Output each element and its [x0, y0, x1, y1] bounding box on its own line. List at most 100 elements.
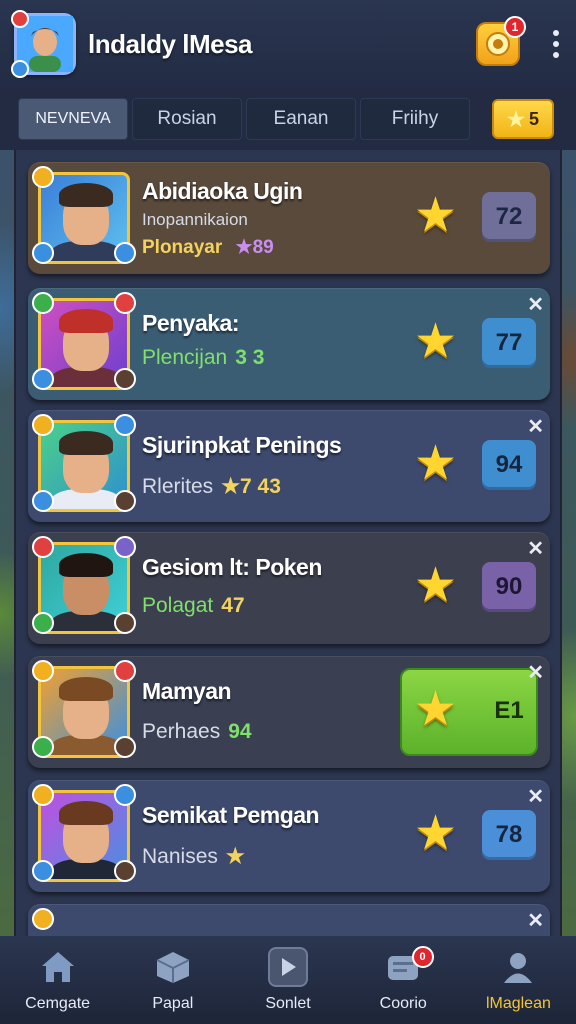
- level-chip-icon: [32, 736, 54, 758]
- player-stat: Perhaes 94: [142, 720, 252, 744]
- stat-label: Polagat: [142, 594, 214, 617]
- badge-chip-icon: [114, 784, 136, 806]
- class-chip-icon: [114, 736, 136, 758]
- rank-chip-icon: [32, 414, 54, 436]
- rank-chip-icon: [11, 10, 29, 28]
- chat-badge: 0: [411, 946, 434, 968]
- player-avatar[interactable]: [11, 10, 76, 78]
- stat-label: Plencijan: [142, 346, 228, 369]
- stat-label: Nanises: [142, 844, 218, 868]
- level-chip-icon: [32, 368, 54, 390]
- player-subtitle: Inopannikaion: [142, 210, 248, 229]
- level-chip-icon: [32, 490, 54, 512]
- app-title: lndaldy lMesa: [88, 28, 253, 59]
- badge-chip-icon: [114, 292, 136, 314]
- close-icon[interactable]: ✕: [527, 414, 544, 439]
- stat-value: ★89: [235, 237, 274, 258]
- score-badge: 72: [482, 192, 536, 242]
- tab-2[interactable]: Rosian: [132, 98, 242, 140]
- stat-label: Rlerites: [142, 474, 214, 498]
- nav-label: Cemgate: [25, 995, 91, 1012]
- level-chip-icon: [32, 612, 54, 634]
- profile-icon: [498, 947, 538, 987]
- box-icon: [153, 947, 193, 987]
- rank-chip-icon: [32, 166, 54, 188]
- player-name: Sjurinpkat Penings: [142, 432, 342, 458]
- bottom-nav: Cemgate Papal Sonlet 0 Coorio lMaglean: [0, 936, 576, 1024]
- score-badge: E1: [494, 697, 524, 724]
- score-badge: 90: [482, 562, 536, 612]
- star-icon: ★: [414, 437, 458, 490]
- nav-label: Sonlet: [265, 995, 311, 1012]
- player-stat: Plencijan 3 3: [142, 346, 264, 370]
- close-icon[interactable]: ✕: [527, 292, 544, 317]
- star-icon: ★: [414, 559, 458, 612]
- close-icon[interactable]: ✕: [527, 536, 544, 561]
- level-chip-icon: [32, 860, 54, 882]
- score-badge: 78: [482, 810, 536, 860]
- list-item[interactable]: Sjurinpkat Penings Rlerites ★7 43 ★ 94 ✕: [28, 410, 550, 522]
- nav-item-box[interactable]: Papal: [115, 936, 230, 1024]
- level-chip-icon: [11, 60, 29, 78]
- stat-label: Perhaes: [142, 720, 221, 743]
- player-stat: Rlerites ★7 43: [142, 474, 281, 499]
- list-item[interactable]: Mamyan Perhaes 94 ★ E1 ✕: [28, 656, 550, 768]
- close-icon[interactable]: ✕: [527, 908, 544, 933]
- notification-badge: 1: [504, 16, 526, 38]
- score-badge: 94: [482, 440, 536, 490]
- stat-value: 94: [228, 720, 252, 743]
- stat-value: 47: [221, 594, 245, 617]
- list-item[interactable]: Abidiaoka Ugin Inopannikaion Plonayar ★8…: [28, 162, 550, 274]
- list-item[interactable]: Semikat Pemgan Nanises ★ ★ 78 ✕: [28, 780, 550, 892]
- player-list[interactable]: Abidiaoka Ugin Inopannikaion Plonayar ★8…: [14, 150, 562, 936]
- player-stat: Nanises ★: [142, 844, 245, 869]
- tab-4[interactable]: Friihy: [360, 98, 470, 140]
- tab-1[interactable]: NEVNEVA: [18, 98, 128, 140]
- nav-item-chat[interactable]: 0 Coorio: [346, 936, 461, 1024]
- star-icon: ★: [414, 807, 458, 860]
- tab-bar: NEVNEVA Rosian Eanan Friihy ★ 5: [0, 88, 576, 150]
- nav-item-profile[interactable]: lMaglean: [461, 936, 576, 1024]
- rank-chip-icon: [32, 660, 54, 682]
- star-icon: ★: [507, 108, 525, 131]
- play-icon: [268, 947, 308, 987]
- badge-chip-icon: [114, 660, 136, 682]
- badge-chip-icon: [114, 414, 136, 436]
- player-stat: Plonayar ★89: [142, 236, 274, 259]
- level-chip-icon: [32, 242, 54, 264]
- tab-3[interactable]: Eanan: [246, 98, 356, 140]
- class-chip-icon: [114, 612, 136, 634]
- list-item[interactable]: ✕: [28, 904, 550, 936]
- notification-button[interactable]: 1: [476, 16, 526, 66]
- nav-item-play[interactable]: Sonlet: [230, 936, 345, 1024]
- class-chip-icon: [114, 860, 136, 882]
- top-bar: lndaldy lMesa 1: [0, 0, 576, 88]
- class-chip-icon: [114, 490, 136, 512]
- close-icon[interactable]: ✕: [527, 660, 544, 685]
- rank-chip-icon: [32, 784, 54, 806]
- nav-label: Papal: [152, 995, 194, 1012]
- stat-value: ★7 43: [221, 475, 281, 498]
- close-icon[interactable]: ✕: [527, 784, 544, 809]
- coin-counter[interactable]: ★ 5: [492, 99, 554, 139]
- badge-chip-icon: [114, 536, 136, 558]
- player-name: Semikat Pemgan: [142, 802, 320, 828]
- list-item[interactable]: Penyaka: Plencijan 3 3 ★ 77 ✕: [28, 288, 550, 400]
- nav-item-home[interactable]: Cemgate: [0, 936, 115, 1024]
- stat-value: 3 3: [235, 346, 265, 369]
- home-icon: [38, 947, 78, 987]
- rank-chip-icon: [32, 536, 54, 558]
- class-chip-icon: [114, 368, 136, 390]
- class-chip-icon: [114, 242, 136, 264]
- stat-value: ★: [225, 845, 245, 868]
- list-item[interactable]: Gesiom lt: Poken Polagat 47 ★ 90 ✕: [28, 532, 550, 644]
- star-icon: ★: [414, 189, 458, 242]
- player-name: Abidiaoka Ugin: [142, 178, 303, 204]
- rank-chip-icon: [32, 908, 54, 930]
- more-menu-icon[interactable]: [550, 30, 562, 58]
- nav-label: lMaglean: [485, 995, 551, 1012]
- player-name: Penyaka:: [142, 310, 240, 336]
- star-icon: ★: [414, 683, 458, 736]
- rank-chip-icon: [32, 292, 54, 314]
- player-name: Mamyan: [142, 678, 232, 704]
